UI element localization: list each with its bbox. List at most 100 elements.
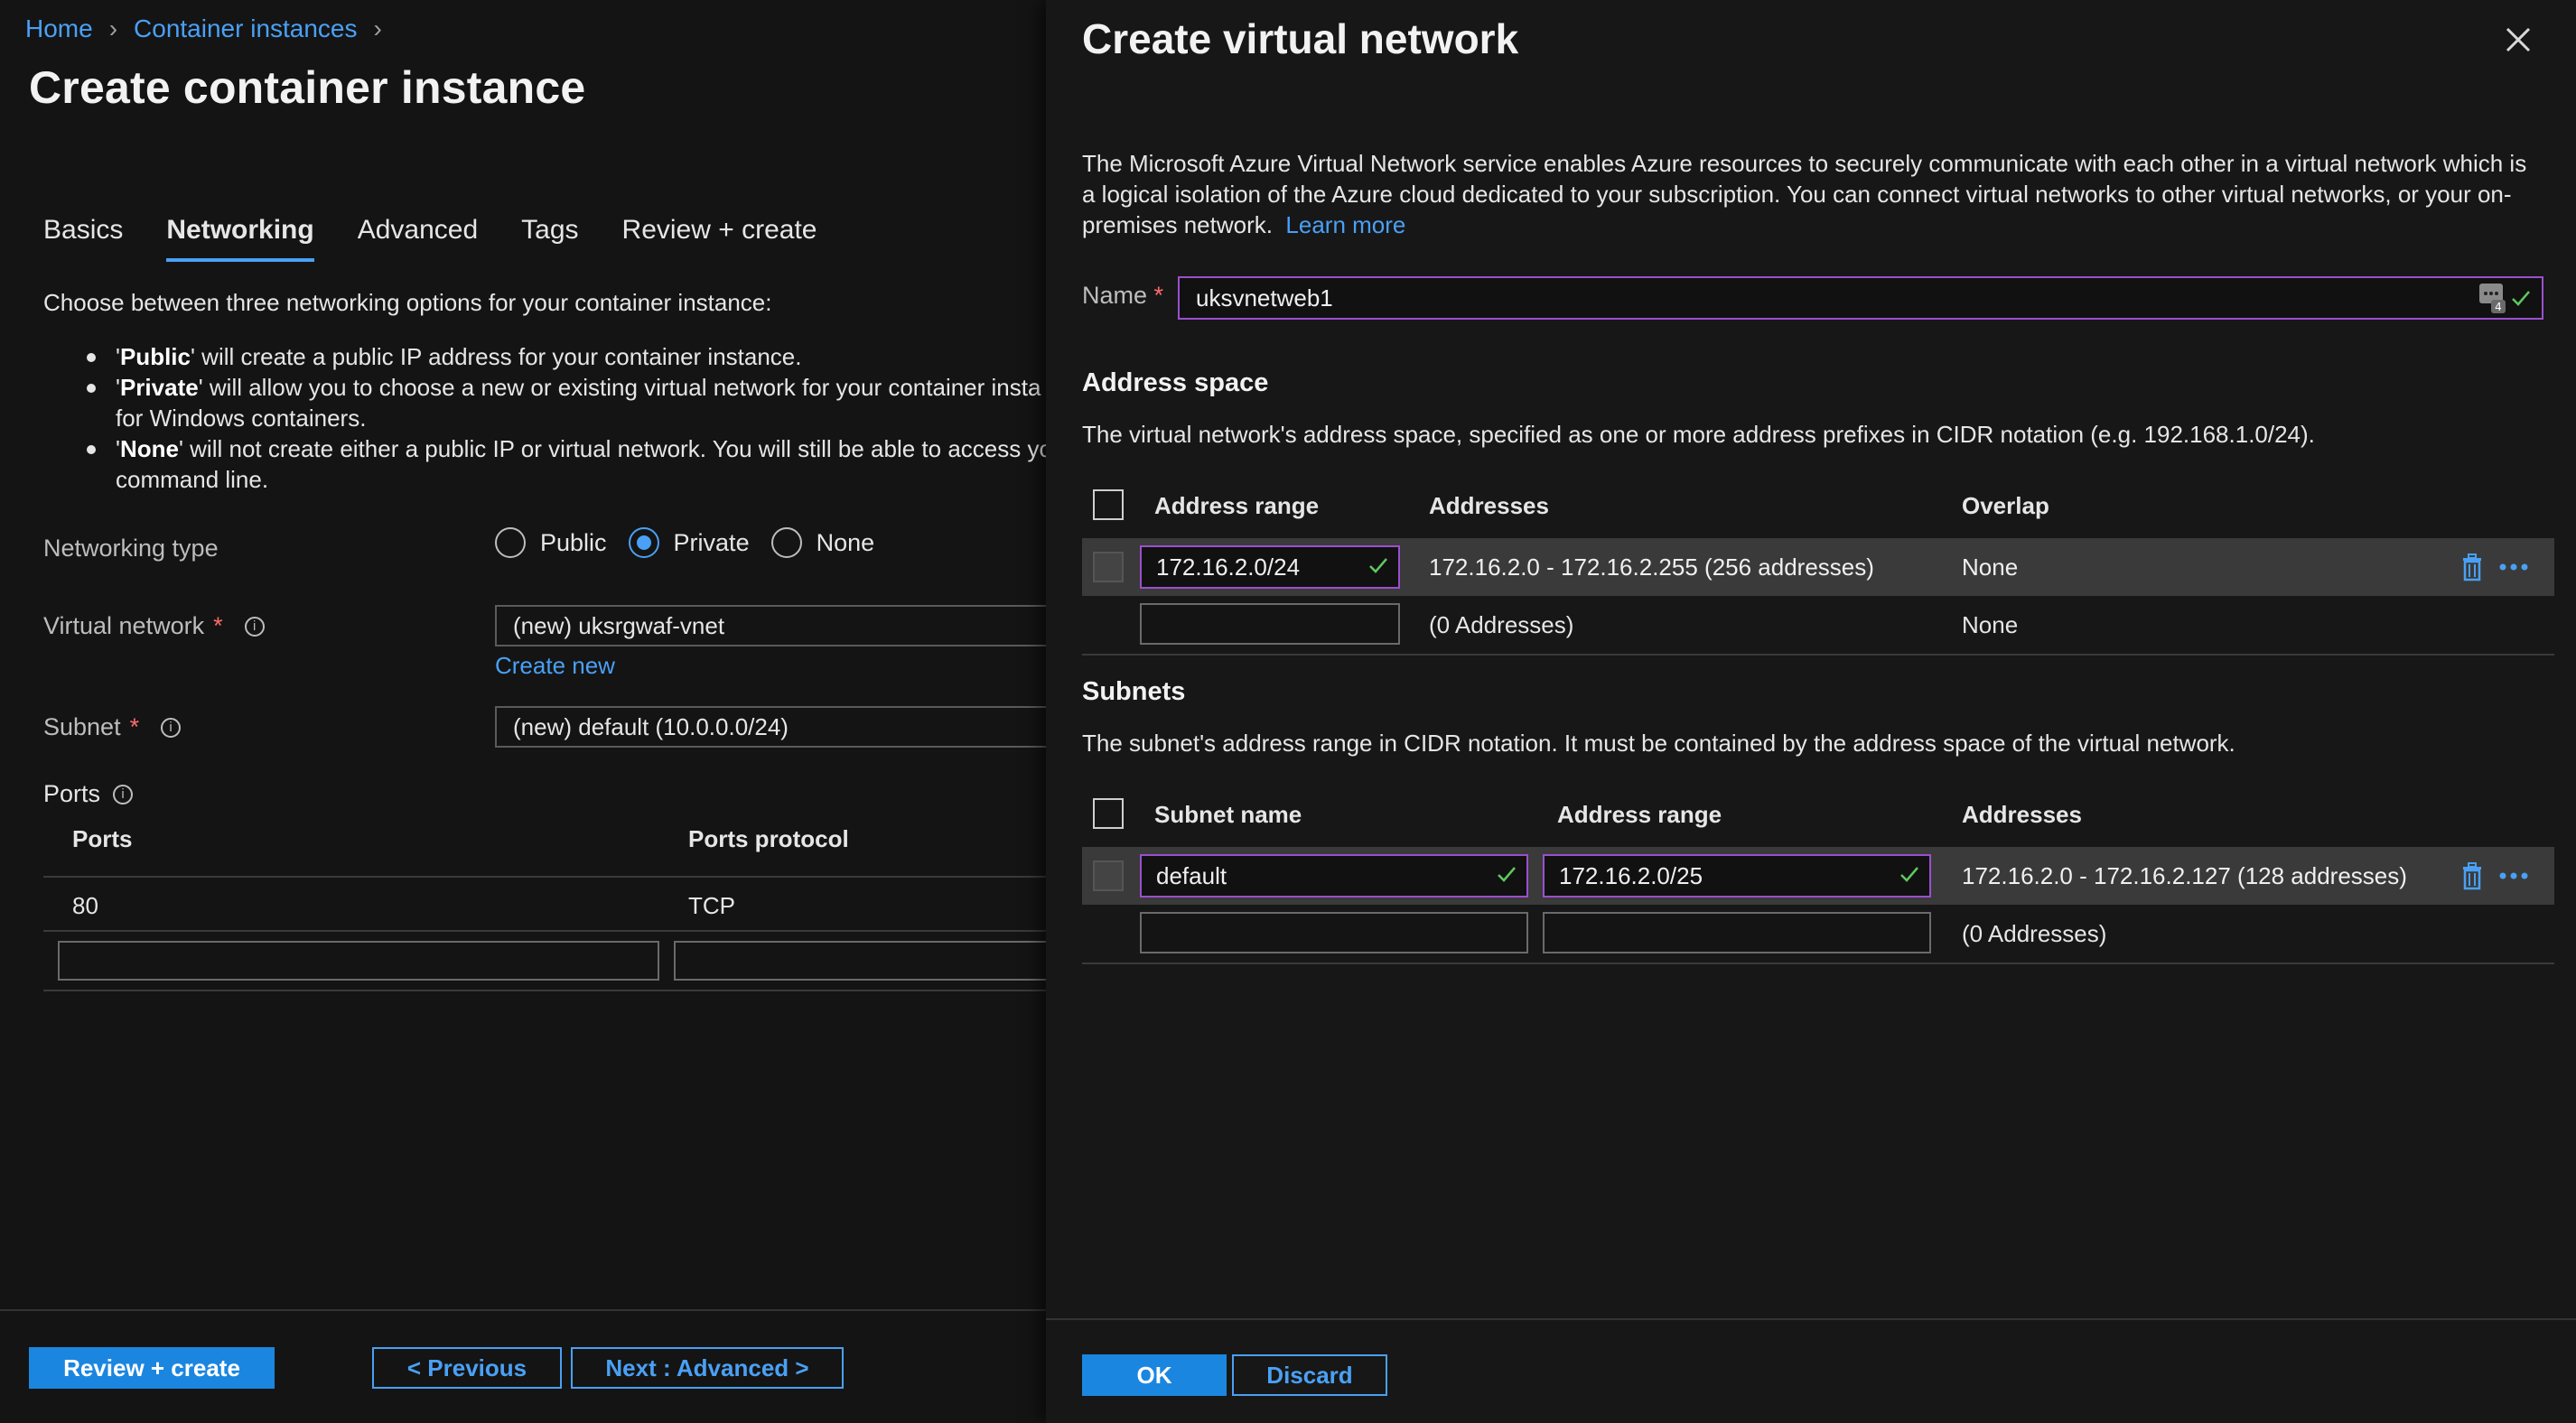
next-advanced-button[interactable]: Next : Advanced >	[571, 1347, 844, 1389]
vnet-name-value: uksvnetweb1	[1196, 284, 1333, 312]
discard-button[interactable]: Discard	[1232, 1354, 1387, 1396]
tab-networking[interactable]: Networking	[166, 215, 314, 262]
row-checkbox[interactable]	[1093, 860, 1124, 891]
ports-table-header: Ports Ports protocol	[43, 825, 1046, 878]
address-table-header: Address range Addresses Overlap	[1082, 477, 2554, 535]
required-asterisk: *	[213, 612, 223, 639]
col-ports-protocol: Ports protocol	[688, 825, 849, 852]
bullet-continuation: for Windows containers.	[81, 403, 1046, 433]
radio-public[interactable]: Public	[495, 527, 607, 558]
row-actions	[2460, 861, 2529, 890]
radio-label: None	[816, 528, 875, 556]
subnet-name-input[interactable]: default	[1140, 854, 1528, 898]
tab-basics[interactable]: Basics	[43, 215, 123, 262]
col-address-range: Address range	[1154, 491, 1320, 519]
ports-new-row	[43, 934, 1046, 991]
password-manager-icon[interactable]: 4	[2478, 282, 2509, 314]
networking-type-radio-group: Public Private None	[495, 527, 874, 558]
name-label: Name *	[1082, 282, 1163, 310]
radio-circle[interactable]	[770, 527, 802, 558]
info-icon[interactable]: i	[113, 784, 134, 805]
valid-check-icon	[1498, 867, 1516, 882]
valid-check-icon	[1369, 558, 1387, 573]
radio-circle-selected[interactable]	[628, 527, 659, 558]
new-subnet-name-input[interactable]	[1140, 912, 1528, 953]
table-row[interactable]: 172.16.2.0/24 172.16.2.0 - 172.16.2.255 …	[1082, 538, 2554, 596]
bullet-text: ' will not create either a public IP or …	[178, 435, 1046, 462]
radio-private[interactable]: Private	[628, 527, 750, 558]
bullet-private: 'Private' will allow you to choose a new…	[81, 372, 1046, 403]
tab-review-create[interactable]: Review + create	[622, 215, 817, 262]
address-range-value: 172.16.2.0/24	[1156, 553, 1301, 581]
ok-button[interactable]: OK	[1082, 1354, 1227, 1396]
table-row[interactable]: default 172.16.2.0/25 172.16.2.0 - 172.1…	[1082, 847, 2554, 905]
badge-count: 4	[2495, 301, 2502, 313]
radio-none[interactable]: None	[770, 527, 875, 558]
ports-label: Ports i	[43, 780, 134, 808]
bullet-text: command line.	[116, 466, 269, 493]
name-input-icons: 4	[2478, 282, 2531, 314]
learn-more-link[interactable]: Learn more	[1285, 211, 1405, 238]
protocol-select[interactable]	[674, 941, 1046, 981]
new-address-range-input[interactable]	[1140, 603, 1400, 645]
subnet-select[interactable]: (new) default (10.0.0.0/24)	[495, 706, 1046, 748]
previous-button[interactable]: < Previous	[372, 1347, 562, 1389]
subnets-table-header: Subnet name Address range Addresses	[1082, 786, 2554, 843]
overlap-value: None	[1962, 553, 2019, 581]
new-subnet-range-input[interactable]	[1543, 912, 1931, 953]
more-options-icon[interactable]	[2498, 871, 2529, 880]
virtual-network-select[interactable]: (new) uksrgwaf-vnet	[495, 605, 1046, 646]
info-icon[interactable]: i	[244, 616, 265, 637]
addresses-value: 172.16.2.0 - 172.16.2.255 (256 addresses…	[1429, 553, 1874, 581]
bullet-bold: Public	[119, 343, 191, 370]
virtual-network-label-text: Virtual network	[43, 612, 205, 639]
protocol-value: TCP	[688, 892, 735, 919]
subnet-range-input[interactable]: 172.16.2.0/25	[1543, 854, 1931, 898]
address-range-input[interactable]: 172.16.2.0/24	[1140, 545, 1400, 589]
close-icon[interactable]	[2500, 22, 2536, 58]
networking-type-label-text: Networking type	[43, 535, 219, 562]
create-virtual-network-panel: Create virtual network The Microsoft Azu…	[1046, 0, 2576, 1423]
subnet-addresses-value: (0 Addresses)	[1962, 919, 2107, 947]
addresses-value: (0 Addresses)	[1429, 610, 1574, 638]
breadcrumb-home-link[interactable]: Home	[25, 14, 93, 43]
name-label-text: Name	[1082, 282, 1148, 309]
subnet-addresses-value: 172.16.2.0 - 172.16.2.127 (128 addresses…	[1962, 861, 2407, 889]
table-row: (0 Addresses) None	[1082, 596, 2554, 656]
create-new-vnet-link[interactable]: Create new	[495, 652, 615, 680]
table-row: 80 TCP	[43, 879, 1046, 932]
trash-icon[interactable]	[2460, 553, 2484, 581]
tab-tags[interactable]: Tags	[521, 215, 578, 262]
footer-divider	[0, 1309, 1046, 1311]
subnets-title: Subnets	[1082, 677, 1186, 706]
radio-circle[interactable]	[495, 527, 526, 558]
select-all-checkbox[interactable]	[1093, 798, 1124, 829]
panel-title: Create virtual network	[1082, 15, 1519, 62]
col-overlap: Overlap	[1962, 491, 2049, 519]
ports-label-text: Ports	[43, 780, 101, 807]
subnet-range-value: 172.16.2.0/25	[1559, 862, 1703, 889]
more-options-icon[interactable]	[2498, 563, 2529, 572]
tab-advanced[interactable]: Advanced	[358, 215, 478, 262]
breadcrumb-container-instances-link[interactable]: Container instances	[134, 14, 357, 43]
info-icon[interactable]: i	[161, 717, 182, 738]
required-asterisk: *	[129, 713, 140, 740]
overlap-value: None	[1962, 610, 2019, 638]
row-checkbox[interactable]	[1093, 552, 1124, 582]
networking-type-label: Networking type	[43, 535, 219, 563]
bullet-text: ' will create a public IP address for yo…	[190, 343, 802, 370]
bullet-text: ' will allow you to choose a new or exis…	[198, 374, 1041, 401]
subnets-description: The subnet's address range in CIDR notat…	[1082, 730, 2235, 757]
trash-icon[interactable]	[2460, 861, 2484, 890]
col-addresses: Addresses	[1429, 491, 1549, 519]
page-title: Create container instance	[29, 62, 586, 113]
review-create-button[interactable]: Review + create	[29, 1347, 275, 1389]
select-all-checkbox[interactable]	[1093, 489, 1124, 520]
col-subnet-name: Subnet name	[1154, 800, 1302, 828]
port-input[interactable]	[58, 941, 659, 981]
vnet-name-input[interactable]: uksvnetweb1 4	[1178, 276, 2543, 320]
chevron-right-icon: ›	[108, 14, 118, 42]
valid-check-icon	[1900, 867, 1918, 882]
address-space-description: The virtual network's address space, spe…	[1082, 421, 2315, 448]
bullet-text: for Windows containers.	[116, 405, 367, 432]
